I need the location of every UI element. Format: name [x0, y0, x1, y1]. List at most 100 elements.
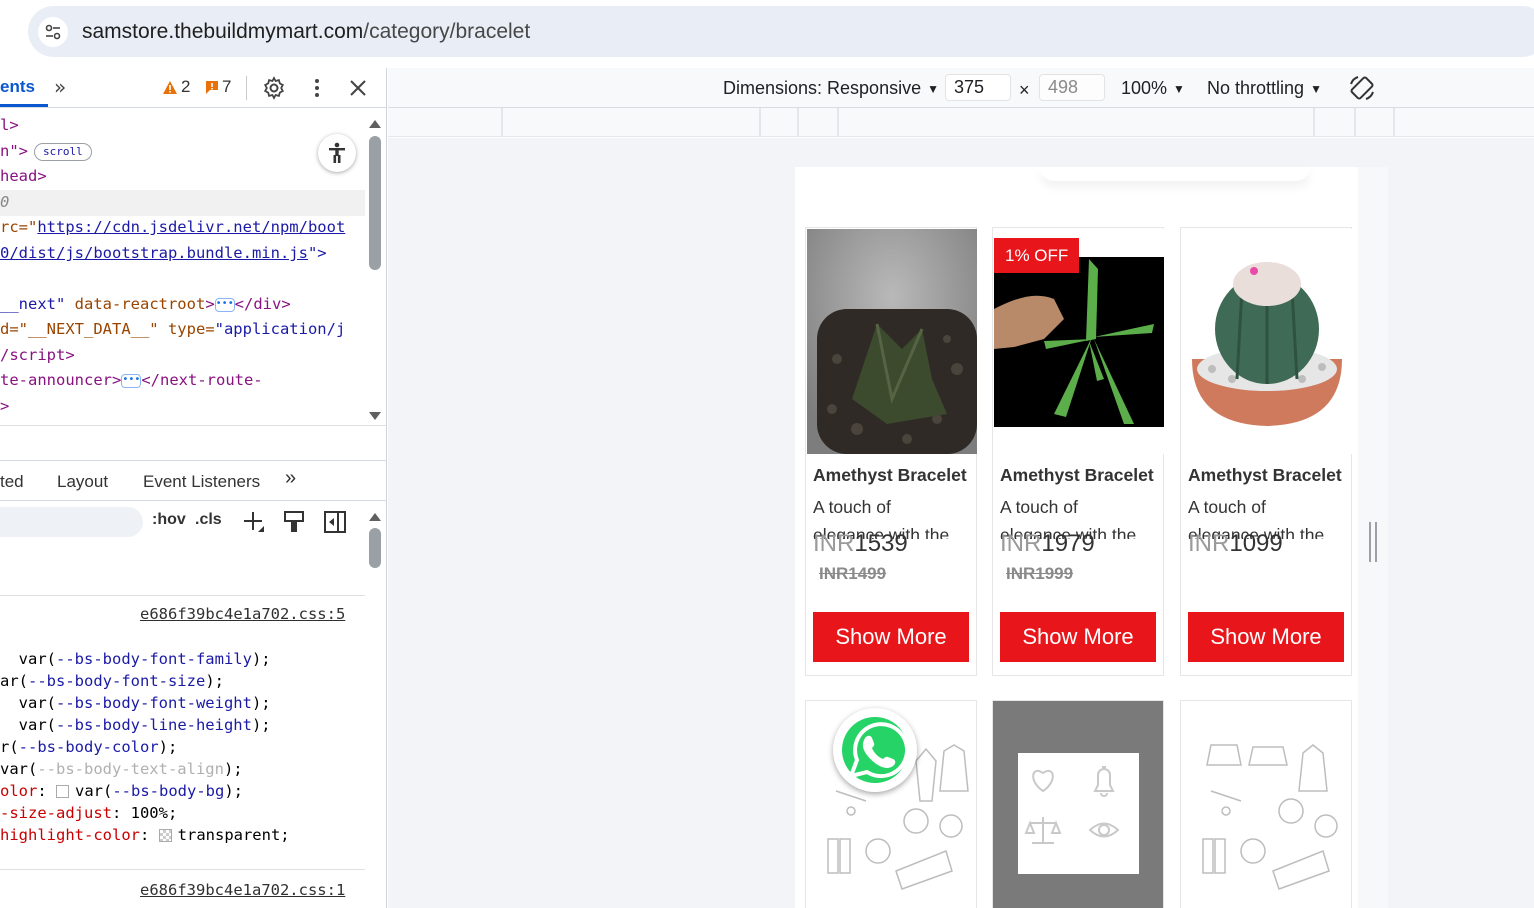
dom-node[interactable]: 0/dist/js/bootstrap.bundle.min.js"> [0, 241, 327, 267]
more-tabs-chevron-icon[interactable]: » [54, 75, 66, 99]
css-source-link[interactable]: e686f39bc4e1a702.css:5 [140, 605, 345, 623]
dom-node[interactable]: d="__NEXT_DATA__" type="application/j [0, 317, 345, 343]
css-declaration[interactable]: olor: var(--bs-body-bg); [0, 780, 365, 802]
css-value: ); [251, 694, 271, 712]
url-text[interactable]: samstore.thebuildmymart.com/category/bra… [82, 20, 530, 44]
product-card-placeholder[interactable] [1180, 700, 1352, 908]
code-text: 0 [0, 193, 10, 211]
more-tabs-chevron-icon[interactable]: » [285, 467, 296, 490]
tab-layout[interactable]: Layout [57, 472, 108, 492]
product-image[interactable] [1182, 229, 1352, 454]
product-card[interactable]: Amethyst Bracelet A touch of elegance wit… [1180, 227, 1352, 676]
css-declaration[interactable]: r(--bs-body-color); [0, 736, 365, 758]
ellipsis-expand-icon[interactable]: ••• [214, 297, 235, 312]
css-declaration[interactable]: -size-adjust: 100%; [0, 802, 365, 824]
warnings-counter[interactable]: 2 [162, 77, 190, 97]
width-input[interactable]: 375 [945, 74, 1011, 101]
css-declaration[interactable]: var(--bs-body-font-weight); [0, 692, 365, 714]
scroll-up-arrow-icon[interactable] [368, 114, 381, 133]
styles-scrollbar-thumb[interactable] [369, 528, 381, 568]
elements-scrollbar-thumb[interactable] [369, 136, 381, 270]
kebab-menu-icon[interactable] [303, 74, 331, 102]
code-text: /script> [0, 346, 75, 364]
elements-tree[interactable]: l> n"> scroll head> 0 rc="https://cdn.jsd… [0, 109, 365, 425]
currency-label: INR [1188, 530, 1230, 557]
script-src-link[interactable]: 0/dist/js/bootstrap.bundle.min.js [0, 244, 308, 262]
css-property: highlight-color [0, 826, 140, 844]
code-text: data-reactroot [65, 295, 206, 313]
caret-down-icon: ▼ [927, 81, 939, 96]
zoom-dropdown[interactable]: 100% ▼ [1121, 78, 1185, 99]
scroll-badge[interactable]: scroll [34, 142, 92, 161]
close-icon[interactable] [344, 74, 372, 102]
dom-node[interactable]: n"> scroll [0, 139, 92, 165]
tab-event-listeners[interactable]: Event Listeners [143, 472, 260, 492]
show-more-button[interactable]: Show More [1000, 612, 1156, 662]
description-line: A touch of [813, 497, 891, 517]
issues-counter[interactable]: 7 [205, 77, 231, 97]
dom-node[interactable]: te-announcer>•••</next-route- [0, 368, 263, 394]
ellipsis-expand-icon[interactable]: ••• [121, 373, 142, 388]
caret-down-icon: ▼ [1173, 81, 1185, 96]
product-price: INR1979 [1000, 530, 1095, 558]
css-declaration[interactable]: highlight-color: transparent; [0, 824, 365, 846]
dom-node[interactable]: > [0, 394, 9, 420]
class-toggle-button[interactable]: .cls [195, 511, 222, 529]
product-title[interactable]: Amethyst Bracelet [813, 465, 967, 486]
description-line: A touch of [1000, 497, 1078, 517]
show-more-button[interactable]: Show More [813, 612, 969, 662]
height-input[interactable]: 498 [1039, 74, 1105, 101]
script-src-link[interactable]: https://cdn.jsdelivr.net/npm/boot [37, 218, 345, 236]
color-swatch[interactable] [56, 785, 69, 798]
compare-scale-icon [1024, 817, 1062, 844]
dom-node[interactable]: /script> [0, 343, 75, 369]
css-declaration[interactable]: var(--bs-body-line-height); [0, 714, 365, 736]
dom-node[interactable]: head> [0, 164, 47, 190]
color-swatch[interactable] [158, 829, 172, 842]
styles-filter-input[interactable] [0, 507, 143, 537]
warnings-count: 2 [181, 77, 191, 96]
css-value: ); [224, 782, 243, 800]
media-query-ruler[interactable] [388, 108, 1534, 137]
address-bar[interactable]: samstore.thebuildmymart.com/category/bra… [28, 6, 1534, 57]
hover-state-button[interactable]: :hov [152, 511, 186, 529]
scroll-down-arrow-icon[interactable] [368, 406, 381, 425]
scroll-up-arrow-icon[interactable] [368, 507, 381, 526]
tab-computed[interactable]: ted [0, 472, 24, 492]
css-declaration[interactable]: ar(--bs-body-font-size); [0, 670, 365, 692]
dom-node[interactable]: __next" data-reactroot>•••</div> [0, 292, 291, 318]
toggle-sidebar-icon[interactable] [321, 508, 349, 536]
css-source-link[interactable]: e686f39bc4e1a702.css:1 [140, 881, 345, 899]
browser-toolbar: samstore.thebuildmymart.com/category/bra… [0, 0, 1534, 68]
product-card[interactable]: Amethyst Bracelet A touch of elegance wit… [805, 227, 977, 676]
dom-node-selected[interactable]: 0 [0, 190, 365, 216]
dom-node[interactable]: l> [0, 113, 19, 139]
css-variable: --bs-body-font-size [28, 672, 206, 690]
product-title[interactable]: Amethyst Bracelet [1000, 465, 1154, 486]
throttling-dropdown[interactable]: No throttling ▼ [1207, 78, 1322, 99]
dimensions-dropdown[interactable]: Dimensions: Responsive ▼ [723, 78, 939, 99]
currency-label: INR [813, 530, 855, 557]
new-style-rule-plus-icon[interactable] [240, 508, 268, 536]
product-image[interactable] [807, 229, 977, 454]
currency-label: INR [1000, 530, 1042, 557]
viewport-resize-handle[interactable] [1369, 522, 1377, 562]
css-declaration[interactable]: var(--bs-body-font-family); [0, 648, 365, 670]
accessibility-tree-toggle[interactable] [318, 134, 356, 172]
show-more-button[interactable]: Show More [1188, 612, 1344, 662]
product-card[interactable]: 1% OFF Amethyst Bracelet A touch of elega… [992, 227, 1164, 676]
whatsapp-chat-icon[interactable] [833, 708, 917, 792]
product-title[interactable]: Amethyst Bracelet [1188, 465, 1342, 486]
tab-elements[interactable]: ents [0, 77, 35, 97]
settings-gear-icon[interactable] [260, 74, 288, 102]
site-info-icon[interactable] [38, 16, 68, 47]
price-value: 1099 [1229, 530, 1283, 557]
original-price: INR1999 [1006, 564, 1074, 583]
paint-brush-icon[interactable] [280, 508, 308, 536]
dom-node[interactable]: rc="https://cdn.jsdelivr.net/npm/boot [0, 215, 345, 241]
css-declaration-invalid[interactable]: var(--bs-body-text-align); [0, 758, 365, 780]
product-card-placeholder[interactable] [992, 700, 1164, 908]
css-variable: --bs-body-font-weight [56, 694, 252, 712]
rotate-icon[interactable] [1348, 74, 1376, 102]
wishlist-heart-icon [1032, 770, 1054, 793]
